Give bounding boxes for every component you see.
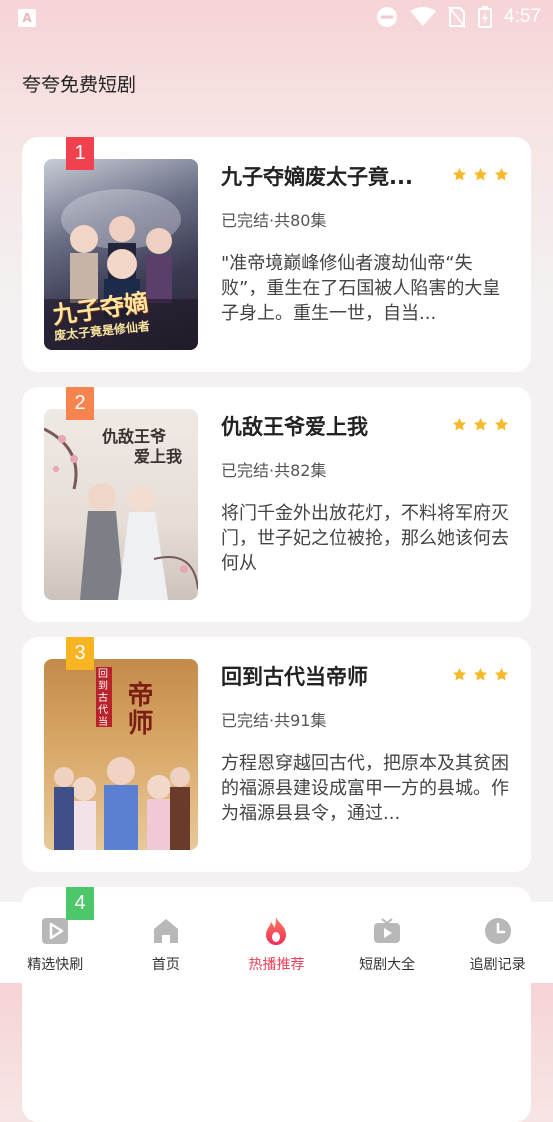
tab-label: 首页: [151, 957, 180, 973]
status-bar: A 4:57: [0, 0, 553, 38]
home-icon: [153, 919, 178, 943]
clock-icon: [484, 918, 511, 944]
star-icon: [494, 667, 509, 681]
tab-label: 短剧大全: [359, 957, 416, 973]
poster-title-text: 帝师: [123, 681, 153, 737]
drama-description: 方程恩穿越回古代，把原本及其贫困的福源县建设成富甲一方的县城。作为福源县县令，通…: [221, 753, 509, 824]
wifi-icon: [410, 7, 437, 26]
no-sim-icon: [448, 6, 466, 28]
tab-home[interactable]: 首页: [111, 902, 222, 983]
tab-label: 热播推荐: [248, 957, 305, 973]
poster-subtitle-text: 爱上我: [134, 447, 183, 466]
drama-episodes: 已完结·共80集: [221, 211, 327, 230]
page-title: 夸夸免费短剧: [22, 74, 137, 96]
tab-label: 精选快刷: [27, 957, 84, 973]
drama-title[interactable]: 回到古代当帝师: [221, 661, 436, 691]
rank-badge: 2: [66, 387, 94, 420]
drama-description: 将门千金外出放花灯，不料将军府灭门，世子妃之位被抢，那么她该何去何从: [221, 503, 509, 574]
tab-trending[interactable]: 热播推荐: [221, 902, 332, 983]
tab-featured[interactable]: 精选快刷: [0, 902, 111, 983]
drama-poster[interactable]: 九子夺嫡 废太子竟是修仙者: [44, 159, 198, 350]
tab-label: 追剧记录: [469, 957, 526, 973]
star-icon: [473, 667, 488, 681]
rank-badge: 3: [66, 637, 94, 670]
tab-catalog[interactable]: 短剧大全: [332, 902, 443, 983]
drama-title[interactable]: 仇敌王爷爱上我: [221, 411, 436, 441]
notification-icon: A: [18, 9, 36, 27]
status-time: 4:57: [504, 6, 541, 27]
rank-badge: 1: [66, 137, 94, 170]
drama-title[interactable]: 九子夺嫡废太子竟...: [221, 161, 436, 191]
tab-history[interactable]: 追剧记录: [442, 902, 553, 983]
poster-subtitle-text: 回到古代当: [98, 669, 108, 728]
drama-card[interactable]: 帝师 回到古代当 3 回到古代当帝师 已完结·共91集 方程恩穿越回古代，把原本…: [22, 637, 531, 872]
drama-card[interactable]: 九子夺嫡 废太子竟是修仙者 1 九子夺嫡废太子竟... 已完结·共80集 "准帝…: [22, 137, 531, 372]
rating-stars: [452, 667, 509, 682]
flame-icon: [266, 917, 287, 945]
dnd-icon: [377, 7, 398, 27]
drama-episodes: 已完结·共82集: [221, 461, 327, 480]
drama-poster[interactable]: 仇敌王爷 爱上我: [44, 409, 198, 600]
star-icon: [452, 417, 467, 431]
star-icon: [494, 417, 509, 431]
star-icon: [494, 167, 509, 181]
star-icon: [473, 417, 488, 431]
drama-card[interactable]: 仇敌王爷 爱上我 2 仇敌王爷爱上我 已完结·共82集 将门千金外出放花灯，不料…: [22, 387, 531, 622]
drama-poster[interactable]: 帝师 回到古代当: [44, 659, 198, 850]
star-icon: [452, 167, 467, 181]
rank-badge: 4: [66, 887, 94, 920]
play-square-icon: [42, 918, 69, 944]
tv-icon: [374, 918, 401, 943]
star-icon: [452, 667, 467, 681]
drama-description: "准帝境巅峰修仙者渡劫仙帝“失败”，重生在了石国被人陷害的大皇子身上。重生一世，…: [221, 253, 501, 324]
drama-episodes: 已完结·共91集: [221, 711, 327, 730]
battery-charging-icon: [478, 6, 493, 28]
rating-stars: [452, 167, 509, 182]
star-icon: [473, 167, 488, 181]
rating-stars: [452, 417, 509, 432]
